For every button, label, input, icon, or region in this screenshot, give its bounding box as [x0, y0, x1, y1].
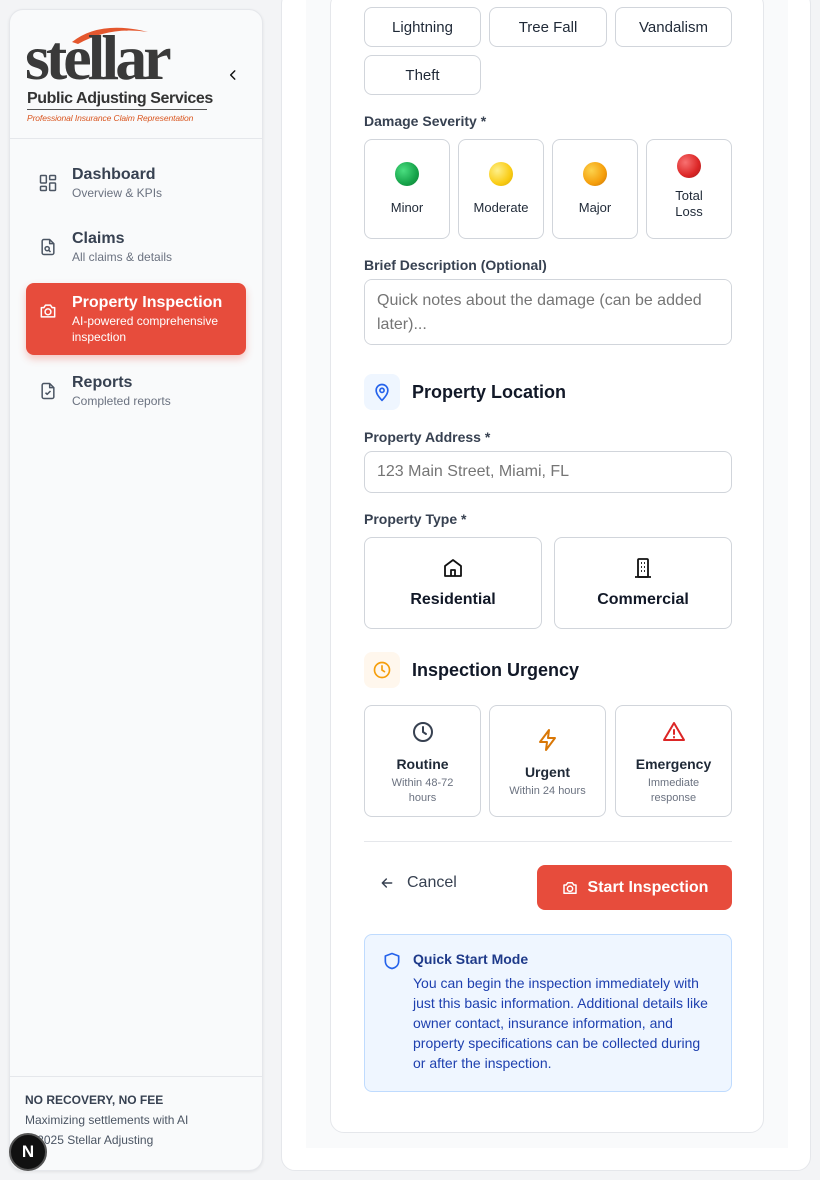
sidebar-item-sub: AI-powered comprehensive inspection	[72, 314, 219, 344]
damage-type-vandalism[interactable]: Vandalism	[615, 7, 732, 47]
quick-start-info-box: Quick Start Mode You can begin the inspe…	[364, 934, 732, 1092]
sidebar-item-sub: Overview & KPIs	[72, 186, 163, 200]
location-section-icon	[364, 374, 400, 410]
description-textarea[interactable]	[364, 279, 732, 345]
sidebar-item-dashboard[interactable]: Dashboard Overview & KPIs	[26, 155, 246, 211]
home-icon	[444, 559, 462, 577]
sidebar-item-label: Reports	[72, 374, 133, 391]
form-divider	[364, 841, 732, 842]
clock-icon	[373, 661, 391, 679]
brand-subtitle: Public Adjusting Services	[27, 90, 213, 107]
info-title: Quick Start Mode	[413, 951, 529, 967]
damage-type-lightning[interactable]: Lightning	[364, 7, 481, 47]
sidebar: stellar Public Adjusting Services Profes…	[9, 9, 263, 1171]
camera-icon	[40, 304, 56, 318]
info-body: You can begin the inspection immediately…	[413, 975, 708, 1071]
green-dot-icon	[395, 162, 419, 186]
severity-option-label: Total Loss	[675, 188, 703, 219]
property-type-option-label: Commercial	[597, 591, 689, 608]
dashboard-grid-icon	[39, 174, 57, 192]
warning-triangle-icon	[662, 722, 685, 741]
urgency-option-title: Emergency	[635, 756, 712, 772]
yellow-dot-icon	[489, 162, 513, 186]
cancel-label: Cancel	[407, 874, 457, 891]
urgency-option-title: Routine	[396, 756, 449, 772]
clock-icon	[412, 722, 433, 742]
urgency-option-sub: Immediate response	[647, 777, 700, 804]
orange-dot-icon	[583, 162, 607, 186]
severity-moderate[interactable]: Moderate	[458, 139, 544, 239]
red-dot-icon	[677, 154, 701, 178]
urgency-option-sub: Within 48-72 hours	[391, 777, 454, 804]
start-inspection-label: Start Inspection	[587, 878, 709, 896]
footer-copyright: © 2025 Stellar Adjusting	[25, 1133, 154, 1147]
logo-divider	[27, 109, 207, 110]
severity-minor[interactable]: Minor	[364, 139, 450, 239]
urgency-section-icon	[364, 652, 400, 688]
location-section-title: Property Location	[412, 382, 567, 402]
file-check-icon	[41, 382, 55, 400]
sidebar-footer: NO RECOVERY, NO FEE Maximizing settlemen…	[10, 1076, 262, 1170]
property-type-commercial[interactable]: Commercial	[554, 537, 732, 629]
shield-icon	[384, 952, 400, 970]
sidebar-item-property-inspection[interactable]: Property Inspection AI-powered comprehen…	[26, 283, 246, 355]
address-input[interactable]	[364, 451, 732, 493]
arrow-left-icon	[381, 878, 393, 888]
brand-tagline: Professional Insurance Claim Representat…	[27, 113, 194, 123]
urgency-routine[interactable]: Routine Within 48-72 hours	[364, 705, 481, 817]
camera-icon	[562, 881, 577, 894]
map-pin-icon	[375, 383, 389, 402]
urgency-section-title: Inspection Urgency	[412, 660, 580, 680]
severity-total-loss[interactable]: Total Loss	[646, 139, 732, 239]
main-content: Lightning Tree Fall Vandalism Theft Dama…	[306, 0, 788, 1148]
footer-slogan: NO RECOVERY, NO FEE	[25, 1093, 164, 1107]
file-search-icon	[41, 238, 55, 256]
urgency-option-sub: Within 24 hours	[509, 785, 586, 797]
severity-option-label: Moderate	[473, 200, 529, 215]
building-icon	[635, 558, 651, 578]
start-inspection-button[interactable]: Start Inspection	[537, 865, 732, 910]
sidebar-item-sub: Completed reports	[72, 394, 171, 408]
severity-option-label: Minor	[390, 200, 424, 215]
damage-type-tree-fall[interactable]: Tree Fall	[489, 7, 607, 47]
property-type-residential[interactable]: Residential	[364, 537, 542, 629]
logo-area: stellar Public Adjusting Services Profes…	[10, 10, 262, 139]
severity-label: Damage Severity *	[364, 113, 487, 129]
address-label: Property Address *	[364, 429, 491, 445]
severity-option-label: Major	[578, 200, 612, 215]
description-label: Brief Description (Optional)	[364, 257, 547, 273]
sidebar-item-sub: All claims & details	[72, 250, 173, 264]
sidebar-item-label: Claims	[72, 230, 125, 247]
property-type-label: Property Type *	[364, 511, 467, 527]
urgency-emergency[interactable]: Emergency Immediate response	[615, 705, 732, 817]
dev-badge[interactable]: N	[9, 1133, 47, 1171]
lightning-bolt-icon	[538, 729, 556, 751]
sidebar-nav: Dashboard Overview & KPIs Claims All cla…	[10, 139, 262, 419]
sidebar-item-label: Property Inspection	[72, 294, 223, 311]
severity-major[interactable]: Major	[552, 139, 638, 239]
footer-tagline: Maximizing settlements with AI	[25, 1113, 189, 1127]
sidebar-item-label: Dashboard	[72, 166, 156, 183]
main-panel: Lightning Tree Fall Vandalism Theft Dama…	[281, 0, 811, 1171]
collapse-sidebar-button[interactable]	[222, 64, 244, 86]
inspection-form: Lightning Tree Fall Vandalism Theft Dama…	[330, 0, 764, 1133]
brand-logo: stellar	[25, 22, 172, 93]
cancel-button[interactable]: Cancel	[379, 874, 457, 892]
damage-type-theft[interactable]: Theft	[364, 55, 481, 95]
property-type-option-label: Residential	[410, 591, 496, 608]
urgency-option-title: Urgent	[524, 764, 571, 780]
chevron-left-icon	[229, 70, 236, 80]
sidebar-item-reports[interactable]: Reports Completed reports	[26, 363, 246, 419]
urgency-urgent[interactable]: Urgent Within 24 hours	[489, 705, 606, 817]
sidebar-item-claims[interactable]: Claims All claims & details	[26, 219, 246, 275]
